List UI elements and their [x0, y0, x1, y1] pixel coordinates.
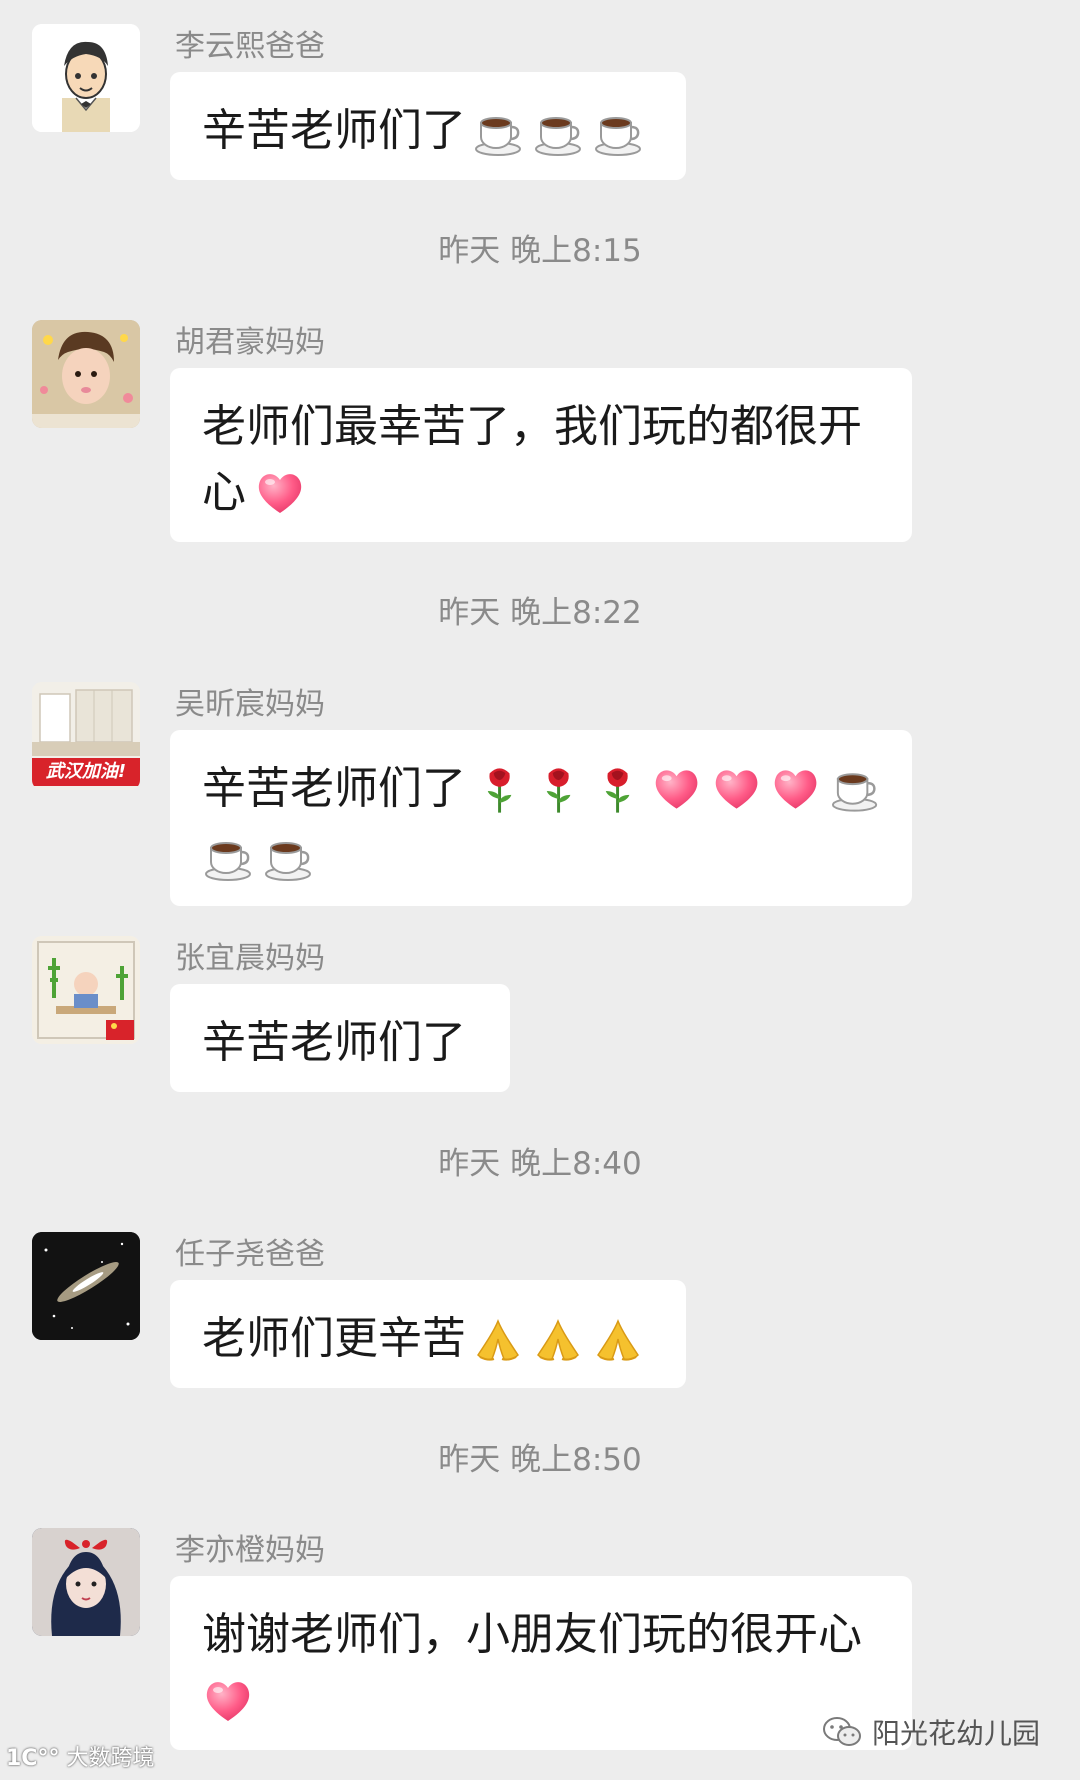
- message-bubble[interactable]: 谢谢老师们，小朋友们玩的很开心: [170, 1576, 912, 1750]
- message-bubble[interactable]: 辛苦老师们了: [170, 730, 912, 906]
- rose-icon: [533, 763, 584, 815]
- message-line: [202, 832, 880, 884]
- pray-icon: [472, 1315, 524, 1367]
- heart-icon: [254, 467, 306, 519]
- timestamp: 昨天 晚上8:50: [438, 1442, 642, 1478]
- coffee-icon: [829, 763, 880, 815]
- sender-name: 李亦橙妈妈: [175, 1533, 325, 1568]
- timestamp: 昨天 晚上8:22: [438, 595, 642, 631]
- sender-name: 任子尧爸爸: [175, 1237, 325, 1272]
- timestamp: 昨天 晚上8:40: [438, 1146, 642, 1182]
- watermark-left: 1C°° 大数跨境: [6, 1740, 154, 1772]
- message-text: 心: [202, 467, 246, 518]
- sender-name: 胡君豪妈妈: [175, 325, 325, 360]
- message-bubble[interactable]: 辛苦老师们了: [170, 72, 686, 180]
- message-bubble[interactable]: 老师们更辛苦: [170, 1280, 686, 1388]
- message-bubble[interactable]: 老师们最幸苦了，我们玩的都很开 心: [170, 368, 912, 542]
- pray-icon: [532, 1315, 584, 1367]
- message-line: [202, 1668, 880, 1727]
- rose-icon: [592, 763, 643, 815]
- emoji-group: [472, 1315, 644, 1367]
- message-line: 心: [202, 460, 880, 526]
- message-text: 辛苦老师们了: [202, 763, 466, 814]
- avatar[interactable]: [32, 24, 140, 132]
- timestamp: 昨天 晚上8:15: [438, 233, 642, 269]
- heart-icon: [770, 763, 821, 815]
- pray-icon: [592, 1315, 644, 1367]
- avatar[interactable]: [32, 1528, 140, 1636]
- coffee-icon: [202, 832, 254, 884]
- sender-name: 张宜晨妈妈: [175, 941, 325, 976]
- message-text: 谢谢老师们，小朋友们玩的很开心: [202, 1609, 862, 1660]
- message-bubble[interactable]: 辛苦老师们了: [170, 984, 510, 1092]
- emoji-group: [472, 107, 644, 159]
- message-text: 老师们更辛苦: [202, 1313, 466, 1364]
- avatar[interactable]: 武汉加油!: [32, 682, 140, 790]
- rose-icon: [474, 763, 525, 815]
- wechat-icon: [822, 1717, 861, 1746]
- avatar-badge: 武汉加油!: [32, 758, 140, 786]
- coffee-icon: [472, 107, 524, 159]
- message-text: 老师们最幸苦了，我们玩的都很开: [202, 401, 862, 452]
- chat-history: 李云熙爸爸 辛苦老师们了 昨天 晚上8:15 胡君豪妈妈 老师们最幸苦了，我们玩…: [0, 0, 1080, 1780]
- heart-icon: [651, 763, 702, 815]
- account-watermark: 阳光花幼儿园: [822, 1712, 1040, 1752]
- coffee-icon: [592, 107, 644, 159]
- message-line: 辛苦老师们了: [202, 756, 880, 822]
- avatar[interactable]: [32, 936, 140, 1044]
- message-text: 辛苦老师们了: [202, 105, 466, 156]
- heart-icon: [711, 763, 762, 815]
- watermark-logo-icon: 1C°°: [6, 1746, 60, 1771]
- account-name: 阳光花幼儿园: [871, 1717, 1040, 1750]
- avatar[interactable]: [32, 320, 140, 428]
- sender-name: 李云熙爸爸: [175, 29, 325, 64]
- watermark-text: 大数跨境: [66, 1746, 155, 1771]
- message-text: 辛苦老师们了: [202, 1017, 466, 1068]
- heart-icon: [202, 1675, 254, 1727]
- coffee-icon: [262, 832, 314, 884]
- coffee-icon: [532, 107, 584, 159]
- avatar[interactable]: [32, 1232, 140, 1340]
- sender-name: 吴昕宸妈妈: [175, 687, 325, 722]
